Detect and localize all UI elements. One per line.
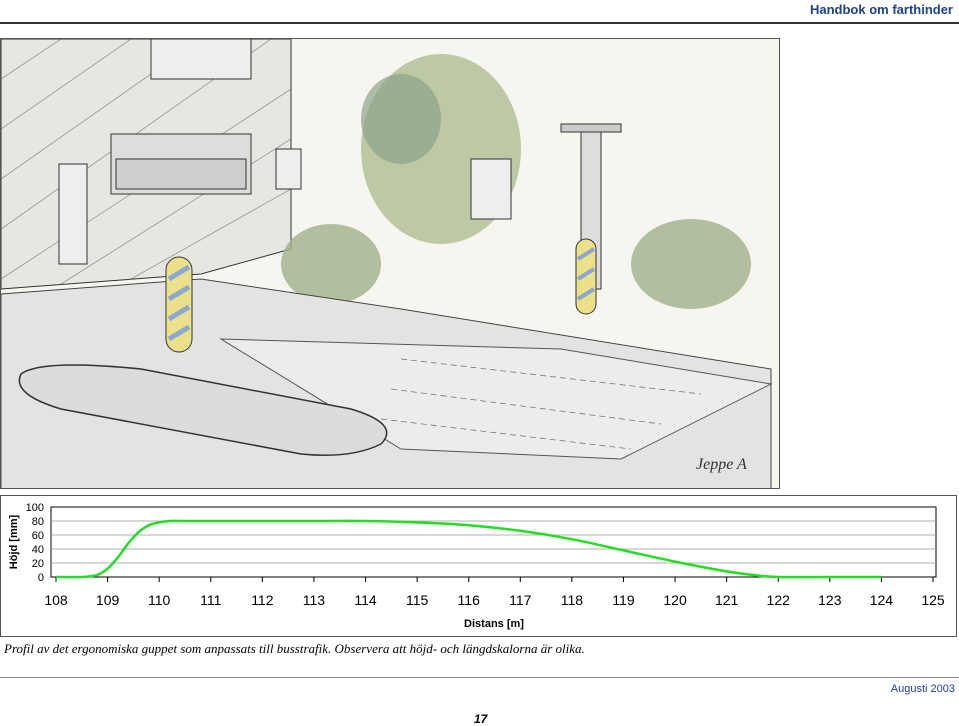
document-title: Handbok om farthinder [809, 2, 953, 17]
y-tick-label: 60 [32, 530, 44, 542]
street-illustration: Jeppe A [0, 38, 780, 489]
page-number: 17 [474, 712, 488, 726]
x-tick-label: 125 [921, 592, 945, 608]
publication-date: Augusti 2003 [890, 683, 955, 695]
x-tick-label: 122 [767, 592, 791, 608]
x-tick-label: 118 [561, 592, 584, 608]
x-tick-label: 117 [509, 592, 532, 608]
x-tick-label: 110 [148, 592, 171, 608]
profile-chart-svg: 100 80 60 40 20 0108 109 110 111 112 113 114 115 116 1… [8, 502, 945, 630]
x-tick-label: 108 [44, 592, 68, 608]
header-divider [0, 22, 959, 24]
x-tick-label: 123 [818, 592, 842, 608]
x-tick-label: 124 [870, 592, 894, 608]
y-tick-label: 20 [32, 558, 44, 570]
x-tick-label: 109 [96, 592, 120, 608]
x-tick-label: 112 [251, 592, 274, 608]
profile-chart: 100 80 60 40 20 0 108 109 110 111 112 113 114 115 116 1… [0, 495, 957, 637]
artist-signature: Jeppe A [696, 456, 747, 473]
y-tick-label: 40 [32, 544, 44, 556]
y-tick-label: 0 [38, 572, 44, 584]
y-tick-label: 80 [32, 516, 44, 528]
x-tick-label: 114 [354, 592, 377, 608]
x-tick-label: 120 [663, 592, 687, 608]
plot-area [50, 506, 937, 578]
y-axis-title: Höjd [mm] [8, 514, 20, 569]
x-tick-label: 119 [612, 592, 635, 608]
x-tick-label: 113 [303, 592, 326, 608]
footer-divider [0, 677, 959, 678]
x-tick-label: 115 [406, 592, 429, 608]
x-axis-title: Distans [m] [464, 618, 524, 630]
x-tick-label: 116 [458, 592, 481, 608]
y-tick-label: 100 [26, 502, 44, 514]
figure-caption: Profil av det ergonomiska guppet som anp… [4, 641, 585, 656]
x-tick-label: 111 [200, 592, 221, 608]
street-sketch: Jeppe A [1, 39, 779, 488]
x-tick-label: 121 [715, 592, 739, 608]
